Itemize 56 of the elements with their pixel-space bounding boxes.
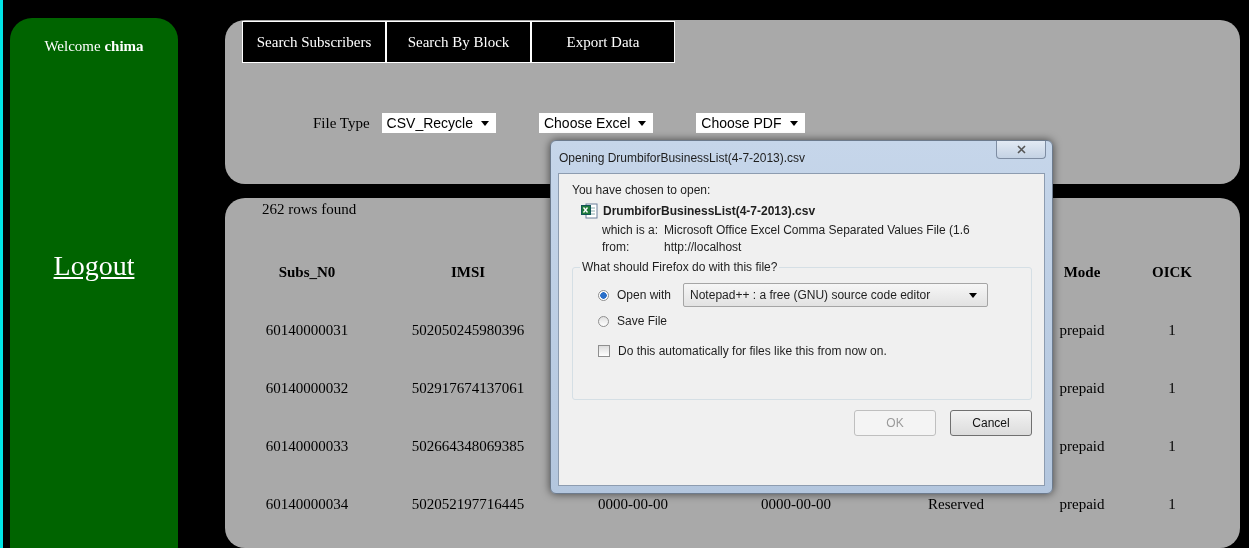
- spreadsheet-file-icon: [581, 203, 598, 219]
- from-value: http://localhost: [664, 240, 743, 254]
- caret-icon: [480, 120, 489, 126]
- table-cell-text: 60140000033: [264, 437, 350, 457]
- checkbox[interactable]: [598, 345, 610, 357]
- type-label: which is a:: [602, 223, 659, 237]
- column-header: Mode: [1062, 263, 1102, 283]
- row-count: 262 rows found: [262, 200, 357, 218]
- file-name: DrumbiforBusinessList(4-7-2013).csv: [603, 204, 816, 218]
- column-header: Subs_N0: [277, 263, 337, 283]
- radio-option[interactable]: Save File: [598, 314, 668, 328]
- table-cell-text: 60140000031: [264, 321, 350, 341]
- table-cell-text: 502052197716445: [410, 495, 526, 515]
- group-title: What should Firefox do with this file?: [581, 260, 779, 274]
- welcome-text: Welcome chima: [44, 38, 144, 55]
- dialog-intro: You have chosen to open:: [572, 183, 712, 197]
- nav-tab[interactable]: Search By Block: [386, 21, 531, 63]
- column-header: OICK: [1151, 263, 1193, 283]
- table-cell-text: 502917674137061: [410, 379, 526, 399]
- checkbox-label: Do this automatically for files like this from now on.: [618, 344, 887, 358]
- table-cell-text: Reserved: [927, 495, 985, 515]
- radio-button[interactable]: [598, 289, 609, 301]
- dropdown[interactable]: CSV_Recycle: [381, 113, 496, 133]
- dropdown[interactable]: Choose Excel: [538, 113, 654, 133]
- table-cell-text: prepaid: [1058, 321, 1106, 341]
- table-cell-text: prepaid: [1058, 379, 1106, 399]
- caret-icon: [969, 292, 978, 298]
- table-cell-text: prepaid: [1058, 495, 1106, 515]
- caret-icon: [638, 120, 647, 126]
- logout-link[interactable]: Logout: [53, 250, 135, 282]
- dropdown[interactable]: Choose PDF: [696, 113, 805, 133]
- column-header: IMSI: [449, 263, 487, 283]
- table-cell-text: 0000-00-00: [597, 495, 669, 515]
- table-cell-text: 0000-00-00: [760, 495, 832, 515]
- radio-button[interactable]: [598, 315, 609, 327]
- type-value: Microsoft Office Excel Comma Separated Values File (1.6: [664, 223, 970, 237]
- table-cell-text: 502664348069385: [410, 437, 526, 457]
- caret-icon: [789, 120, 798, 126]
- table-cell-text: prepaid: [1058, 437, 1106, 457]
- table-cell-text: 1: [1167, 437, 1177, 457]
- table-cell-text: 60140000032: [264, 379, 350, 399]
- close-icon: [1016, 145, 1026, 154]
- table-cell-text: 502050245980396: [410, 321, 526, 341]
- table-cell-text: 1: [1167, 495, 1177, 515]
- radio-option[interactable]: Open with: [598, 288, 672, 302]
- application-dropdown[interactable]: Notepad++ : a free (GNU) source code editor: [683, 283, 989, 307]
- dialog-button[interactable]: Cancel: [950, 410, 1032, 436]
- file-type-label: File Type: [313, 114, 370, 132]
- table-cell-text: 1: [1167, 321, 1177, 341]
- from-label: from:: [602, 240, 631, 254]
- nav-tab[interactable]: Export Data: [531, 21, 675, 63]
- table-cell-text: 60140000034: [264, 495, 350, 515]
- table-cell-text: 1: [1167, 379, 1177, 399]
- nav-tab[interactable]: Search Subscribers: [242, 21, 386, 63]
- close-button[interactable]: [996, 141, 1046, 159]
- dialog-title: Opening DrumbiforBusinessList(4-7-2013).csv: [559, 151, 806, 165]
